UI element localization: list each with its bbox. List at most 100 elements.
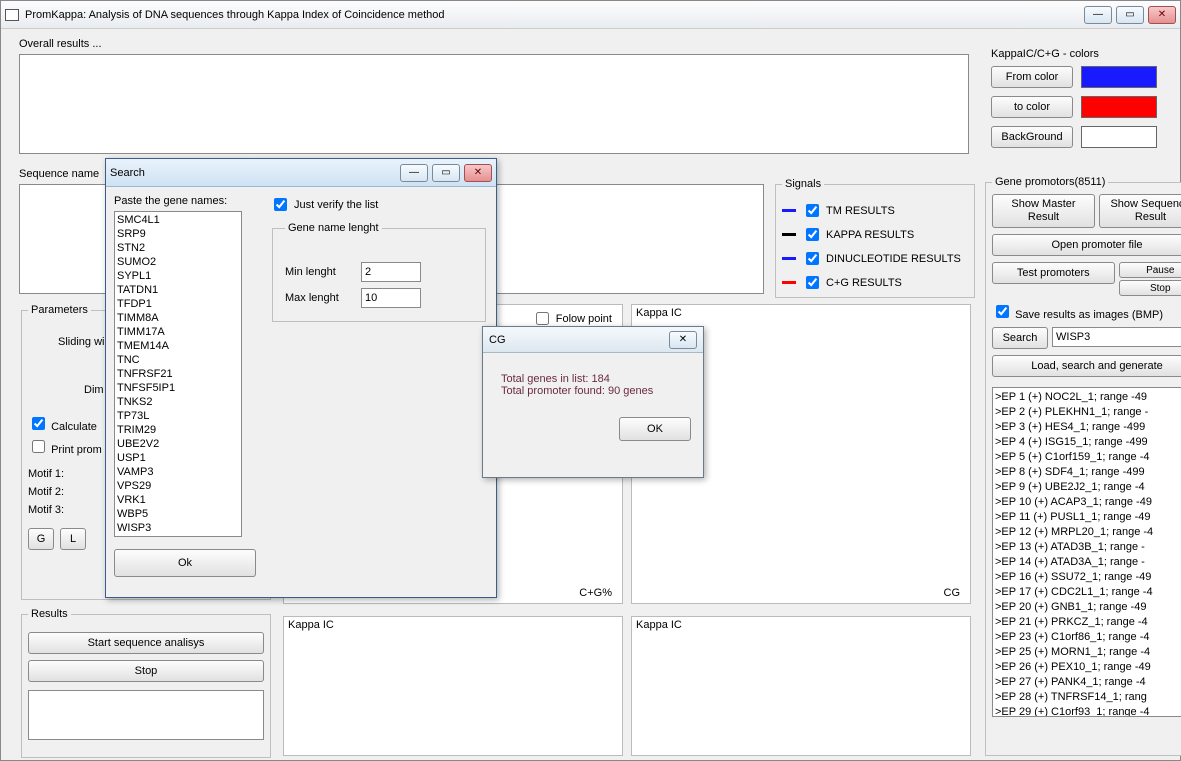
- save-bmp-checkbox[interactable]: Save results as images (BMP): [992, 302, 1181, 321]
- list-item[interactable]: TP73L: [117, 409, 239, 423]
- plot-bottom-left: Kappa IC: [283, 616, 623, 756]
- load-search-generate-button[interactable]: Load, search and generate: [992, 355, 1181, 377]
- msgbox-ok-button[interactable]: OK: [619, 417, 691, 441]
- list-item[interactable]: TNC: [117, 353, 239, 367]
- kappa-checkbox[interactable]: KAPPA RESULTS: [802, 225, 914, 244]
- show-sequence-button[interactable]: Show Sequence Result: [1099, 194, 1181, 228]
- list-item[interactable]: >EP 8 (+) SDF4_1; range -499: [995, 465, 1181, 480]
- results-group: Results Start sequence analisys Stop: [21, 608, 271, 758]
- search-button[interactable]: Search: [992, 327, 1048, 349]
- stop-analysis-button[interactable]: Stop: [28, 660, 264, 682]
- list-item[interactable]: >EP 16 (+) SSU72_1; range -49: [995, 570, 1181, 585]
- list-item[interactable]: TFDP1: [117, 297, 239, 311]
- list-item[interactable]: >EP 14 (+) ATAD3A_1; range -: [995, 555, 1181, 570]
- maximize-button[interactable]: ▭: [1116, 6, 1144, 24]
- background-color-button[interactable]: BackGround: [991, 126, 1073, 148]
- cg-pct-caption: C+G%: [575, 585, 616, 601]
- list-item[interactable]: >EP 17 (+) CDC2L1_1; range -4: [995, 585, 1181, 600]
- list-item[interactable]: >EP 3 (+) HES4_1; range -499: [995, 420, 1181, 435]
- l-button[interactable]: L: [60, 528, 86, 550]
- list-item[interactable]: >EP 1 (+) NOC2L_1; range -49: [995, 390, 1181, 405]
- list-item[interactable]: SYPL1: [117, 269, 239, 283]
- open-promoter-file-button[interactable]: Open promoter file: [992, 234, 1181, 256]
- parameters-legend: Parameters: [28, 304, 91, 316]
- list-item[interactable]: VRK1: [117, 493, 239, 507]
- list-item[interactable]: TRIM29: [117, 423, 239, 437]
- test-promoters-button[interactable]: Test promoters: [992, 262, 1115, 284]
- max-length-input[interactable]: [361, 288, 421, 308]
- search-ok-button[interactable]: Ok: [114, 549, 256, 577]
- minimize-button[interactable]: —: [1084, 6, 1112, 24]
- list-item[interactable]: >EP 23 (+) C1orf86_1; range -4: [995, 630, 1181, 645]
- promo-stop-button[interactable]: Stop: [1119, 280, 1181, 296]
- list-item[interactable]: TATDN1: [117, 283, 239, 297]
- list-item[interactable]: >EP 27 (+) PANK4_1; range -4: [995, 675, 1181, 690]
- list-item[interactable]: USP1: [117, 451, 239, 465]
- list-item[interactable]: VPS29: [117, 479, 239, 493]
- kappa-ic-caption-3: Kappa IC: [632, 617, 970, 633]
- list-item[interactable]: UBE2V2: [117, 437, 239, 451]
- dinuc-checkbox[interactable]: DINUCLEOTIDE RESULTS: [802, 249, 961, 268]
- list-item[interactable]: >EP 13 (+) ATAD3B_1; range -: [995, 540, 1181, 555]
- search-input[interactable]: [1052, 327, 1181, 347]
- list-item[interactable]: >EP 26 (+) PEX10_1; range -49: [995, 660, 1181, 675]
- to-color-swatch[interactable]: [1081, 96, 1157, 118]
- kappa-ic-caption-2: Kappa IC: [284, 617, 622, 633]
- dialog-close-button[interactable]: ✕: [464, 164, 492, 182]
- msgbox-line2: Total promoter found: 90 genes: [501, 385, 685, 397]
- list-item[interactable]: STN2: [117, 241, 239, 255]
- list-item[interactable]: TNFRSF21: [117, 367, 239, 381]
- min-length-label: Min lenght: [285, 266, 351, 278]
- promoter-list[interactable]: >EP 1 (+) NOC2L_1; range -49>EP 2 (+) PL…: [992, 387, 1181, 717]
- colors-legend: KappaIC/C+G - colors: [991, 48, 1099, 60]
- pause-button[interactable]: Pause: [1119, 262, 1181, 278]
- list-item[interactable]: TIMM17A: [117, 325, 239, 339]
- background-color-swatch[interactable]: [1081, 126, 1157, 148]
- cg-checkbox[interactable]: C+G RESULTS: [802, 273, 902, 292]
- min-length-input[interactable]: [361, 262, 421, 282]
- list-item[interactable]: TNFSF5IP1: [117, 381, 239, 395]
- list-item[interactable]: SUMO2: [117, 255, 239, 269]
- window-title: PromKappa: Analysis of DNA sequences thr…: [25, 9, 1084, 21]
- gene-list[interactable]: SMC4L1SRP9STN2SUMO2SYPL1TATDN1TFDP1TIMM8…: [114, 211, 242, 537]
- dialog-minimize-button[interactable]: —: [400, 164, 428, 182]
- list-item[interactable]: WISP3: [117, 521, 239, 535]
- start-analysis-button[interactable]: Start sequence analisys: [28, 632, 264, 654]
- list-item[interactable]: SMC4L1: [117, 213, 239, 227]
- msgbox-line1: Total genes in list: 184: [501, 373, 685, 385]
- verify-checkbox[interactable]: Just verify the list: [270, 195, 378, 214]
- motif1-label: Motif 1:: [28, 468, 64, 480]
- list-item[interactable]: >EP 28 (+) TNFRSF14_1; rang: [995, 690, 1181, 705]
- list-item[interactable]: >EP 25 (+) MORN1_1; range -4: [995, 645, 1181, 660]
- search-dialog: Search — ▭ ✕ Paste the gene names: SMC4L…: [105, 158, 497, 598]
- list-item[interactable]: >EP 9 (+) UBE2J2_1; range -4: [995, 480, 1181, 495]
- show-master-button[interactable]: Show Master Result: [992, 194, 1095, 228]
- results-legend: Results: [28, 608, 71, 620]
- list-item[interactable]: >EP 4 (+) ISG15_1; range -499: [995, 435, 1181, 450]
- to-color-button[interactable]: to color: [991, 96, 1073, 118]
- list-item[interactable]: >EP 2 (+) PLEKHN1_1; range -: [995, 405, 1181, 420]
- list-item[interactable]: >EP 20 (+) GNB1_1; range -49: [995, 600, 1181, 615]
- list-item[interactable]: SRP9: [117, 227, 239, 241]
- g-button[interactable]: G: [28, 528, 54, 550]
- tm-checkbox[interactable]: TM RESULTS: [802, 201, 895, 220]
- list-item[interactable]: VAMP3: [117, 465, 239, 479]
- list-item[interactable]: TMEM14A: [117, 339, 239, 353]
- from-color-swatch[interactable]: [1081, 66, 1157, 88]
- app-icon: [5, 9, 19, 21]
- msgbox-close-button[interactable]: ✕: [669, 331, 697, 349]
- list-item[interactable]: TIMM8A: [117, 311, 239, 325]
- list-item[interactable]: >EP 5 (+) C1orf159_1; range -4: [995, 450, 1181, 465]
- list-item[interactable]: >EP 21 (+) PRKCZ_1; range -4: [995, 615, 1181, 630]
- close-button[interactable]: ✕: [1148, 6, 1176, 24]
- list-item[interactable]: >EP 12 (+) MRPL20_1; range -4: [995, 525, 1181, 540]
- list-item[interactable]: >EP 10 (+) ACAP3_1; range -49: [995, 495, 1181, 510]
- list-item[interactable]: WBP5: [117, 507, 239, 521]
- list-item[interactable]: >EP 11 (+) PUSL1_1; range -49: [995, 510, 1181, 525]
- results-output[interactable]: [28, 690, 264, 740]
- list-item[interactable]: TNKS2: [117, 395, 239, 409]
- from-color-button[interactable]: From color: [991, 66, 1073, 88]
- overall-results-box[interactable]: [19, 54, 969, 154]
- list-item[interactable]: >EP 29 (+) C1orf93_1; range -4: [995, 705, 1181, 717]
- dialog-maximize-button[interactable]: ▭: [432, 164, 460, 182]
